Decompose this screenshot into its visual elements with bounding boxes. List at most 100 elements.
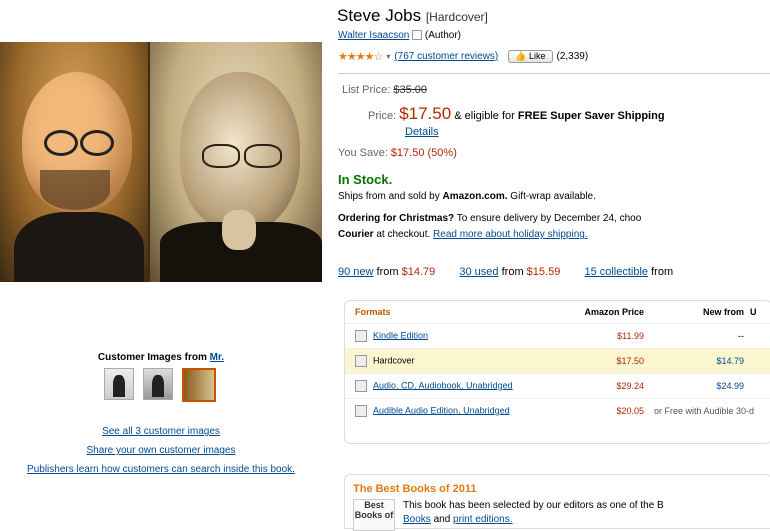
header-new-from: New from — [702, 307, 744, 317]
product-image[interactable] — [0, 42, 322, 282]
format-amazon-price: $11.99 — [545, 323, 650, 349]
portrait-glasses — [198, 144, 284, 168]
see-all-images-link[interactable]: See all 3 customer images — [102, 426, 220, 437]
free-shipping-text: FREE Super Saver Shipping — [517, 110, 665, 122]
courier-text: at checkout. — [376, 229, 431, 240]
new-offers-price: $14.79 — [401, 266, 436, 278]
author-link[interactable]: Walter Isaacson — [338, 30, 409, 41]
reviews-link[interactable]: (767 customer reviews) — [394, 51, 498, 62]
price-row: Price: $17.50 & eligible for FREE Super … — [368, 104, 665, 124]
divider — [338, 73, 770, 74]
chevron-down-icon[interactable]: ▾ — [386, 52, 390, 61]
formats-box: Formats Amazon Price New from U Kindle E… — [344, 300, 770, 444]
gift-wrap-text: Gift-wrap available. — [510, 191, 596, 202]
collectible-offers-from: from — [651, 266, 674, 278]
format-new-price: -- — [650, 323, 750, 349]
title-format: [Hardcover] — [425, 10, 488, 24]
shipping-text: & eligible for — [454, 110, 515, 122]
like-label: Like — [528, 51, 546, 61]
customer-thumbnail-3[interactable] — [182, 368, 216, 402]
you-save-row: You Save: $17.50 (50%) — [338, 147, 457, 159]
format-row-hardcover[interactable]: Hardcover $17.50 $14.79 — [345, 348, 770, 374]
publishers-search-link[interactable]: Publishers learn how customers can searc… — [27, 464, 295, 475]
author-line: Walter Isaacson (Author) — [338, 30, 461, 41]
audible-free-note: or Free with Audible 30-d — [650, 398, 770, 423]
header-amazon-price: Amazon Price — [584, 307, 644, 317]
format-link[interactable]: Kindle Edition — [373, 330, 428, 340]
customer-thumbnail-1[interactable] — [104, 368, 134, 400]
star-rating-icon[interactable]: ★★★★☆ — [338, 50, 383, 63]
courier-row: Courier at checkout. Read more about hol… — [338, 229, 588, 240]
offers-row: 90 new from $14.79 30 used from $15.59 1… — [338, 266, 673, 278]
price-value: $17.50 — [399, 104, 452, 123]
title-text: Steve Jobs — [337, 6, 422, 25]
doll-beard — [40, 170, 110, 210]
customer-thumbnails — [104, 368, 216, 402]
like-count: (2,339) — [556, 51, 589, 62]
ships-from-row: Ships from and sold by Amazon.com. Gift-… — [338, 191, 596, 202]
format-link[interactable]: Audio, CD, Audiobook, Unabridged — [373, 380, 513, 390]
author-info-icon[interactable] — [412, 30, 423, 41]
rating-row: ★★★★☆ ▾ (767 customer reviews) 👍 Like (2… — [338, 50, 588, 63]
christmas-heading: Ordering for Christmas? — [338, 213, 455, 224]
courier-heading: Courier — [338, 229, 374, 240]
header-used-from: U — [750, 307, 757, 317]
portrait-hand — [222, 210, 256, 250]
doll-body — [14, 212, 144, 282]
price-label: Price: — [368, 110, 397, 122]
details-row: Details — [405, 126, 439, 138]
you-save-label: You Save: — [338, 147, 388, 159]
you-save-value: $17.50 (50%) — [390, 147, 457, 159]
used-offers-from: from — [501, 266, 524, 278]
customer-image-links: See all 3 customer images Share your own… — [0, 422, 322, 479]
stock-status: In Stock. — [338, 172, 393, 187]
format-row-audible[interactable]: Audible Audio Edition, Unabridged $20.05… — [345, 398, 770, 423]
formats-table: Formats Amazon Price New from U Kindle E… — [345, 301, 770, 423]
format-link[interactable]: Audible Audio Edition, Unabridged — [373, 405, 510, 415]
best-books-title: The Best Books of 2011 — [353, 483, 477, 495]
best-books-link[interactable]: Books — [403, 514, 431, 525]
customer-images-from-link[interactable]: Mr. — [210, 352, 224, 363]
seller-name: Amazon.com. — [442, 191, 508, 202]
format-amazon-price: $29.24 — [545, 373, 650, 399]
list-price-label: List Price: — [342, 84, 391, 96]
customer-images-text: Customer Images from — [97, 352, 207, 363]
best-books-badge[interactable]: Best Books of — [353, 499, 395, 531]
used-offers-price: $15.59 — [526, 266, 561, 278]
author-role: (Author) — [424, 30, 462, 41]
details-link[interactable]: Details — [405, 126, 439, 138]
product-title: Steve Jobs [Hardcover] — [337, 6, 488, 26]
expand-icon[interactable] — [355, 355, 367, 367]
format-row-kindle[interactable]: Kindle Edition $11.99 -- — [345, 323, 770, 349]
format-new-price[interactable]: $24.99 — [650, 373, 750, 399]
best-books-line-1: This book has been selected by our edito… — [403, 500, 664, 511]
new-offers-link[interactable]: 90 new — [338, 266, 373, 278]
expand-icon[interactable] — [355, 405, 367, 417]
used-offers-link[interactable]: 30 used — [459, 266, 498, 278]
best-books-box: The Best Books of 2011 Best Books of Thi… — [344, 474, 770, 531]
format-new-price[interactable]: $14.79 — [650, 348, 750, 374]
format-amazon-price: $17.50 — [545, 348, 650, 374]
list-price-value: $35.00 — [393, 84, 428, 96]
expand-icon[interactable] — [355, 330, 367, 342]
format-label: Hardcover — [373, 355, 415, 366]
like-button[interactable]: 👍 Like — [508, 50, 553, 63]
christmas-text: To ensure delivery by December 24, choo — [456, 213, 642, 224]
customer-thumbnail-2[interactable] — [143, 368, 173, 400]
collectible-offers-link[interactable]: 15 collectible — [584, 266, 648, 278]
best-books-and: and — [433, 514, 451, 525]
print-editions-link[interactable]: print editions. — [453, 514, 512, 525]
new-offers-from: from — [376, 266, 399, 278]
best-books-text: This book has been selected by our edito… — [403, 499, 664, 527]
christmas-row: Ordering for Christmas? To ensure delive… — [338, 213, 641, 224]
holiday-shipping-link[interactable]: Read more about holiday shipping. — [433, 229, 588, 240]
ships-prefix: Ships from and sold by — [338, 191, 440, 202]
expand-icon[interactable] — [355, 380, 367, 392]
thumbs-up-icon: 👍 — [515, 51, 527, 61]
share-images-link[interactable]: Share your own customer images — [87, 445, 236, 456]
list-price-row: List Price: $35.00 — [342, 84, 427, 96]
doll-glasses — [44, 130, 114, 156]
format-row-audio-cd[interactable]: Audio, CD, Audiobook, Unabridged $29.24 … — [345, 373, 770, 399]
customer-images-label: Customer Images from Mr. — [0, 352, 322, 363]
header-formats: Formats — [355, 307, 391, 317]
